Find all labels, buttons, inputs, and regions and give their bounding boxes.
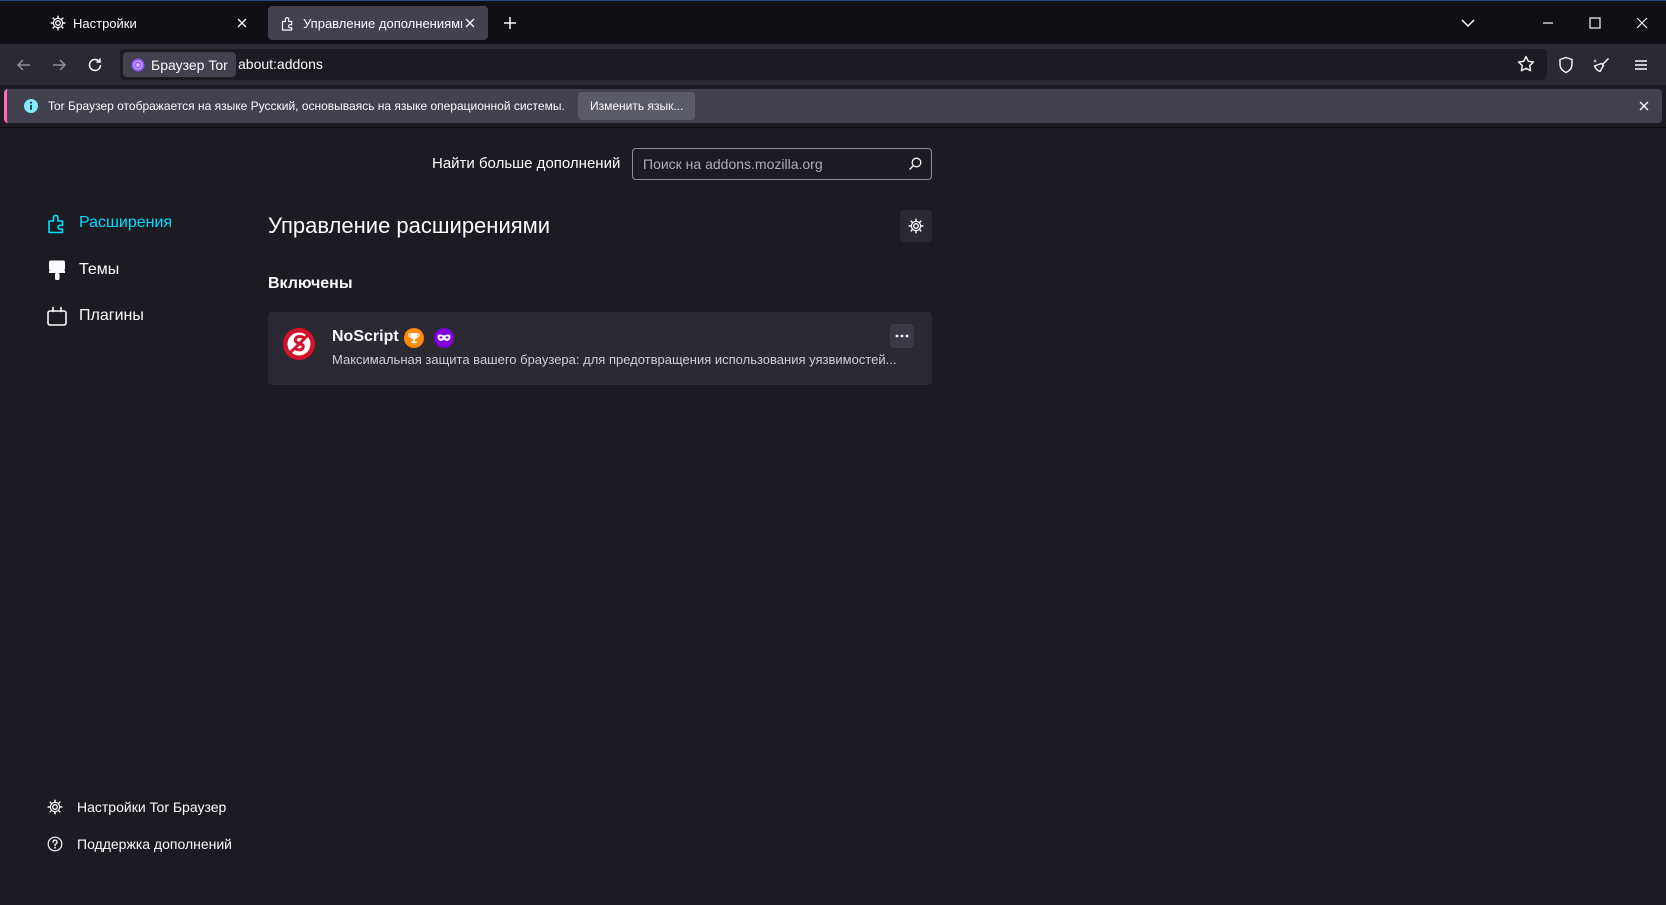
tab-settings[interactable]: Настройки [38,6,260,40]
forward-arrow-icon[interactable] [50,56,68,74]
gear-icon [908,218,924,234]
identity-box[interactable]: Браузер Tor [123,52,236,77]
minimize-icon[interactable] [1538,13,1558,33]
change-language-button[interactable]: Изменить язык... [578,92,696,120]
addon-card-noscript[interactable]: NoScript Максимальная защита вашего брау… [268,312,932,385]
language-infobar: Tor Браузер отображается на языке Русски… [4,89,1662,123]
tools-gear-button[interactable] [900,210,932,242]
reload-icon[interactable] [86,56,104,74]
gear-icon [47,799,63,815]
help-icon [47,836,63,852]
maximize-icon[interactable] [1585,13,1605,33]
search-label: Найти больше дополнений [432,155,621,172]
puzzle-icon [48,214,64,234]
close-tab-icon[interactable] [234,15,250,31]
title-bar: Настройки Управление дополнениями [0,0,1666,44]
noscript-logo-icon [283,328,315,360]
url-bar[interactable]: Браузер Tor about:addons [120,49,1547,80]
more-dots-icon [895,334,909,338]
back-arrow-icon[interactable] [15,56,33,74]
brush-icon [49,260,65,280]
search-input[interactable] [633,149,913,179]
tor-browser-settings-link[interactable]: Настройки Tor Браузер [47,799,226,815]
addon-options-button[interactable] [890,324,914,348]
menu-hamburger-icon[interactable] [1631,55,1651,75]
info-icon [24,99,38,113]
content-separator [0,127,1666,128]
category-label: Темы [79,261,120,278]
category-plugins[interactable]: Плагины [46,305,144,327]
tab-label: Настройки [73,15,137,31]
category-label: Плагины [79,307,144,324]
gear-icon [50,15,66,31]
footer-link-label: Настройки Tor Браузер [77,799,227,815]
close-tab-icon[interactable] [462,15,478,31]
addon-description: Максимальная защита вашего браузера: для… [332,352,897,367]
new-tab-icon[interactable] [500,13,520,33]
page-title: Управление расширениями [268,213,551,238]
bookmark-star-icon[interactable] [1516,54,1536,74]
close-window-icon[interactable] [1632,13,1652,33]
tab-label: Управление дополнениями [303,15,462,31]
tor-onion-icon [131,58,145,71]
shield-icon[interactable] [1556,55,1576,75]
footer-link-label: Поддержка дополнений [77,836,232,852]
category-extensions[interactable]: Расширения [46,212,172,234]
close-icon[interactable] [1636,98,1652,114]
category-themes[interactable]: Темы [46,259,119,281]
addon-name: NoScript [332,328,399,345]
infobar-message: Tor Браузер отображается на языке Русски… [48,99,565,113]
search-icon[interactable] [907,156,923,172]
addons-search-box[interactable] [632,148,932,180]
navigation-toolbar: Браузер Tor about:addons [0,44,1666,85]
new-identity-broom-icon[interactable] [1592,55,1612,75]
category-label: Расширения [79,214,173,231]
url-text[interactable]: about:addons [238,56,323,72]
private-browsing-mask-icon [434,328,454,348]
identity-label: Браузер Tor [151,56,228,73]
list-tabs-chevron-icon[interactable] [1458,13,1478,33]
tab-addons[interactable]: Управление дополнениями [268,6,488,40]
addons-support-link[interactable]: Поддержка дополнений [47,836,232,852]
puzzle-icon [281,17,293,31]
section-heading-enabled: Включены [268,275,353,292]
plugin-icon [47,306,67,326]
recommended-trophy-icon [404,328,424,348]
